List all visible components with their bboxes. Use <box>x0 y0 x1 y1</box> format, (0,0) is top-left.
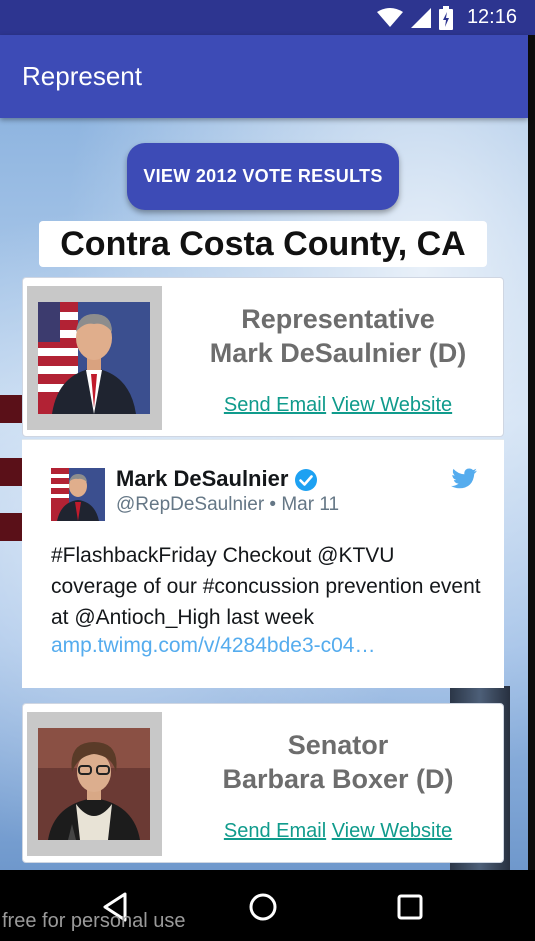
representative-photo <box>38 728 150 840</box>
representative-card[interactable]: Senator Barbara Boxer (D) Send Email Vie… <box>22 703 504 863</box>
tweet-text: #FlashbackFriday Checkout @KTVU coverage… <box>51 544 481 629</box>
battery-icon <box>438 5 453 30</box>
photo-frame <box>27 712 162 856</box>
representative-photo <box>38 302 150 414</box>
tweet-media-link[interactable]: amp.twimg.com/v/4284bde3-c04… <box>51 634 481 658</box>
view-website-link[interactable]: View Website <box>332 820 452 842</box>
twitter-bird-icon[interactable] <box>451 468 477 490</box>
status-time: 12:16 <box>466 6 517 28</box>
representative-links: Send Email View Website <box>183 820 493 843</box>
status-bar: 12:16 <box>0 0 535 35</box>
signal-icon <box>410 7 431 28</box>
recents-icon[interactable] <box>393 890 427 924</box>
representative-title: Senator <box>287 730 389 760</box>
representative-name: Mark DeSaulnier (D) <box>209 338 467 368</box>
wifi-icon <box>376 7 403 27</box>
representative-title: Representative <box>241 304 435 334</box>
home-icon[interactable] <box>246 890 280 924</box>
photo-frame <box>27 286 162 430</box>
tweet-avatar[interactable] <box>51 468 105 521</box>
main-content[interactable]: VIEW 2012 VOTE RESULTS Contra Costa Coun… <box>0 118 528 870</box>
view-vote-results-button[interactable]: VIEW 2012 VOTE RESULTS <box>127 143 399 210</box>
view-website-link[interactable]: View Website <box>332 394 452 416</box>
send-email-link[interactable]: Send Email <box>224 394 326 416</box>
representative-card[interactable]: Representative Mark DeSaulnier (D) Send … <box>22 277 504 437</box>
representative-name: Barbara Boxer (D) <box>222 764 454 794</box>
watermark-text: free for personal use <box>2 910 186 932</box>
county-box: Contra Costa County, CA <box>39 221 487 267</box>
tweet-author-name[interactable]: Mark DeSaulnier <box>116 466 288 492</box>
tweet-card[interactable]: Mark DeSaulnier @RepDeSaulnier • Mar 11 … <box>22 439 504 688</box>
status-icons: 12:16 <box>376 5 517 30</box>
tweet-handle-date: @RepDeSaulnier • Mar 11 <box>116 494 340 515</box>
app-title: Represent <box>22 61 142 91</box>
send-email-link[interactable]: Send Email <box>224 820 326 842</box>
county-title: Contra Costa County, CA <box>60 224 466 263</box>
representative-links: Send Email View Website <box>183 394 493 417</box>
app-bar: Represent <box>0 35 528 118</box>
verified-icon <box>295 469 317 491</box>
